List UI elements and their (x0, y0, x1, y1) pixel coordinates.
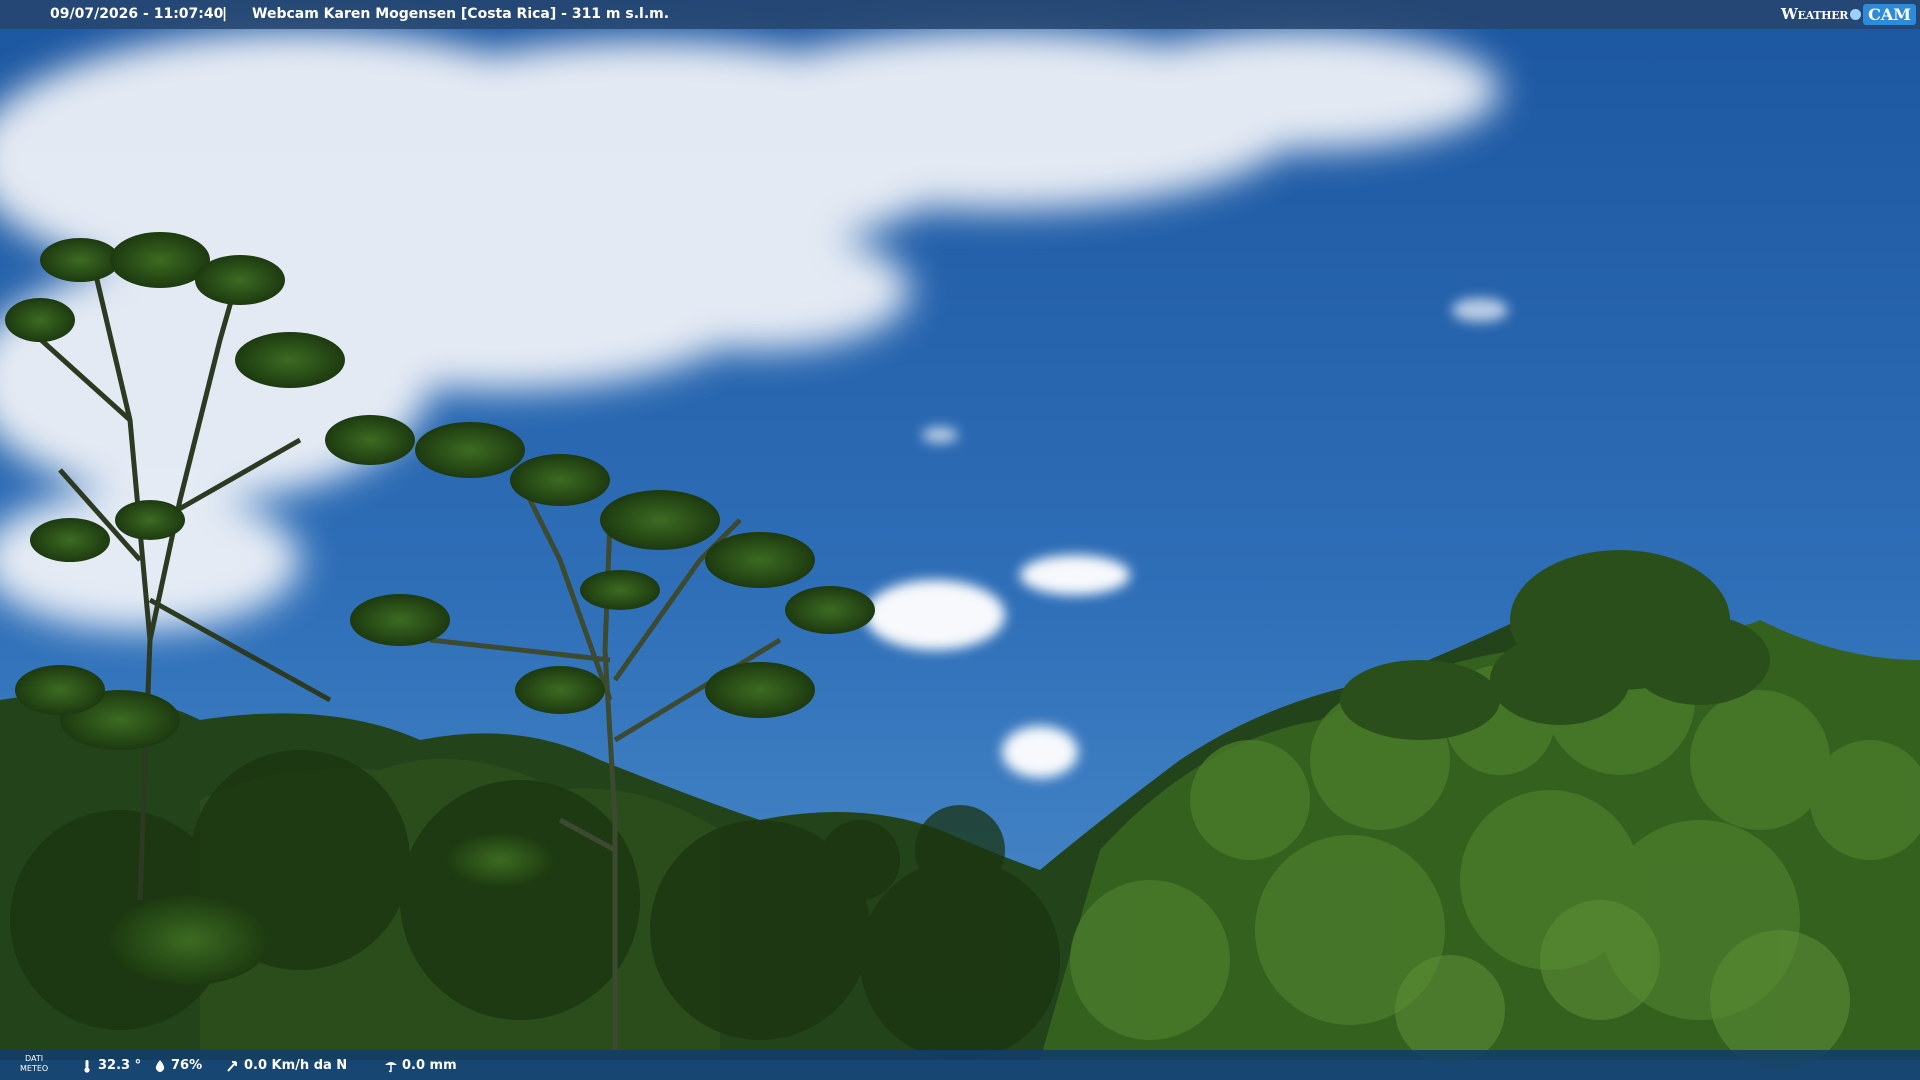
timestamp: 09/07/2026 - 11:07:40 (50, 6, 224, 22)
humidity-icon (155, 1059, 165, 1072)
logo-weather-text: Weather (1780, 5, 1849, 23)
thermometer-icon (84, 1059, 90, 1073)
weather-data-bar: DATI METEO 32.3 ° 76% 0.0 Km/h da N 0.0 … (0, 1050, 1920, 1080)
temperature-reading: 32.3 ° (80, 1058, 141, 1073)
rain-reading: 0.0 mm (384, 1058, 457, 1073)
wind-icon (227, 1060, 237, 1072)
weather-data-label: DATI METEO (20, 1054, 49, 1073)
rain-icon (385, 1061, 397, 1072)
webcam-scene (0, 0, 1920, 1080)
humidity-reading: 76% (153, 1058, 202, 1073)
weathercam-logo[interactable]: Weather CAM (1781, 3, 1916, 25)
wind-reading: 0.0 Km/h da N (226, 1058, 347, 1073)
header-separator: | (222, 6, 228, 22)
logo-dot-icon (1850, 8, 1862, 20)
webcam-title: Webcam Karen Mogensen [Costa Rica] - 311… (252, 6, 670, 22)
logo-cam-text: CAM (1863, 3, 1916, 25)
top-info-bar: 09/07/2026 - 11:07:40 | Webcam Karen Mog… (0, 0, 1920, 29)
